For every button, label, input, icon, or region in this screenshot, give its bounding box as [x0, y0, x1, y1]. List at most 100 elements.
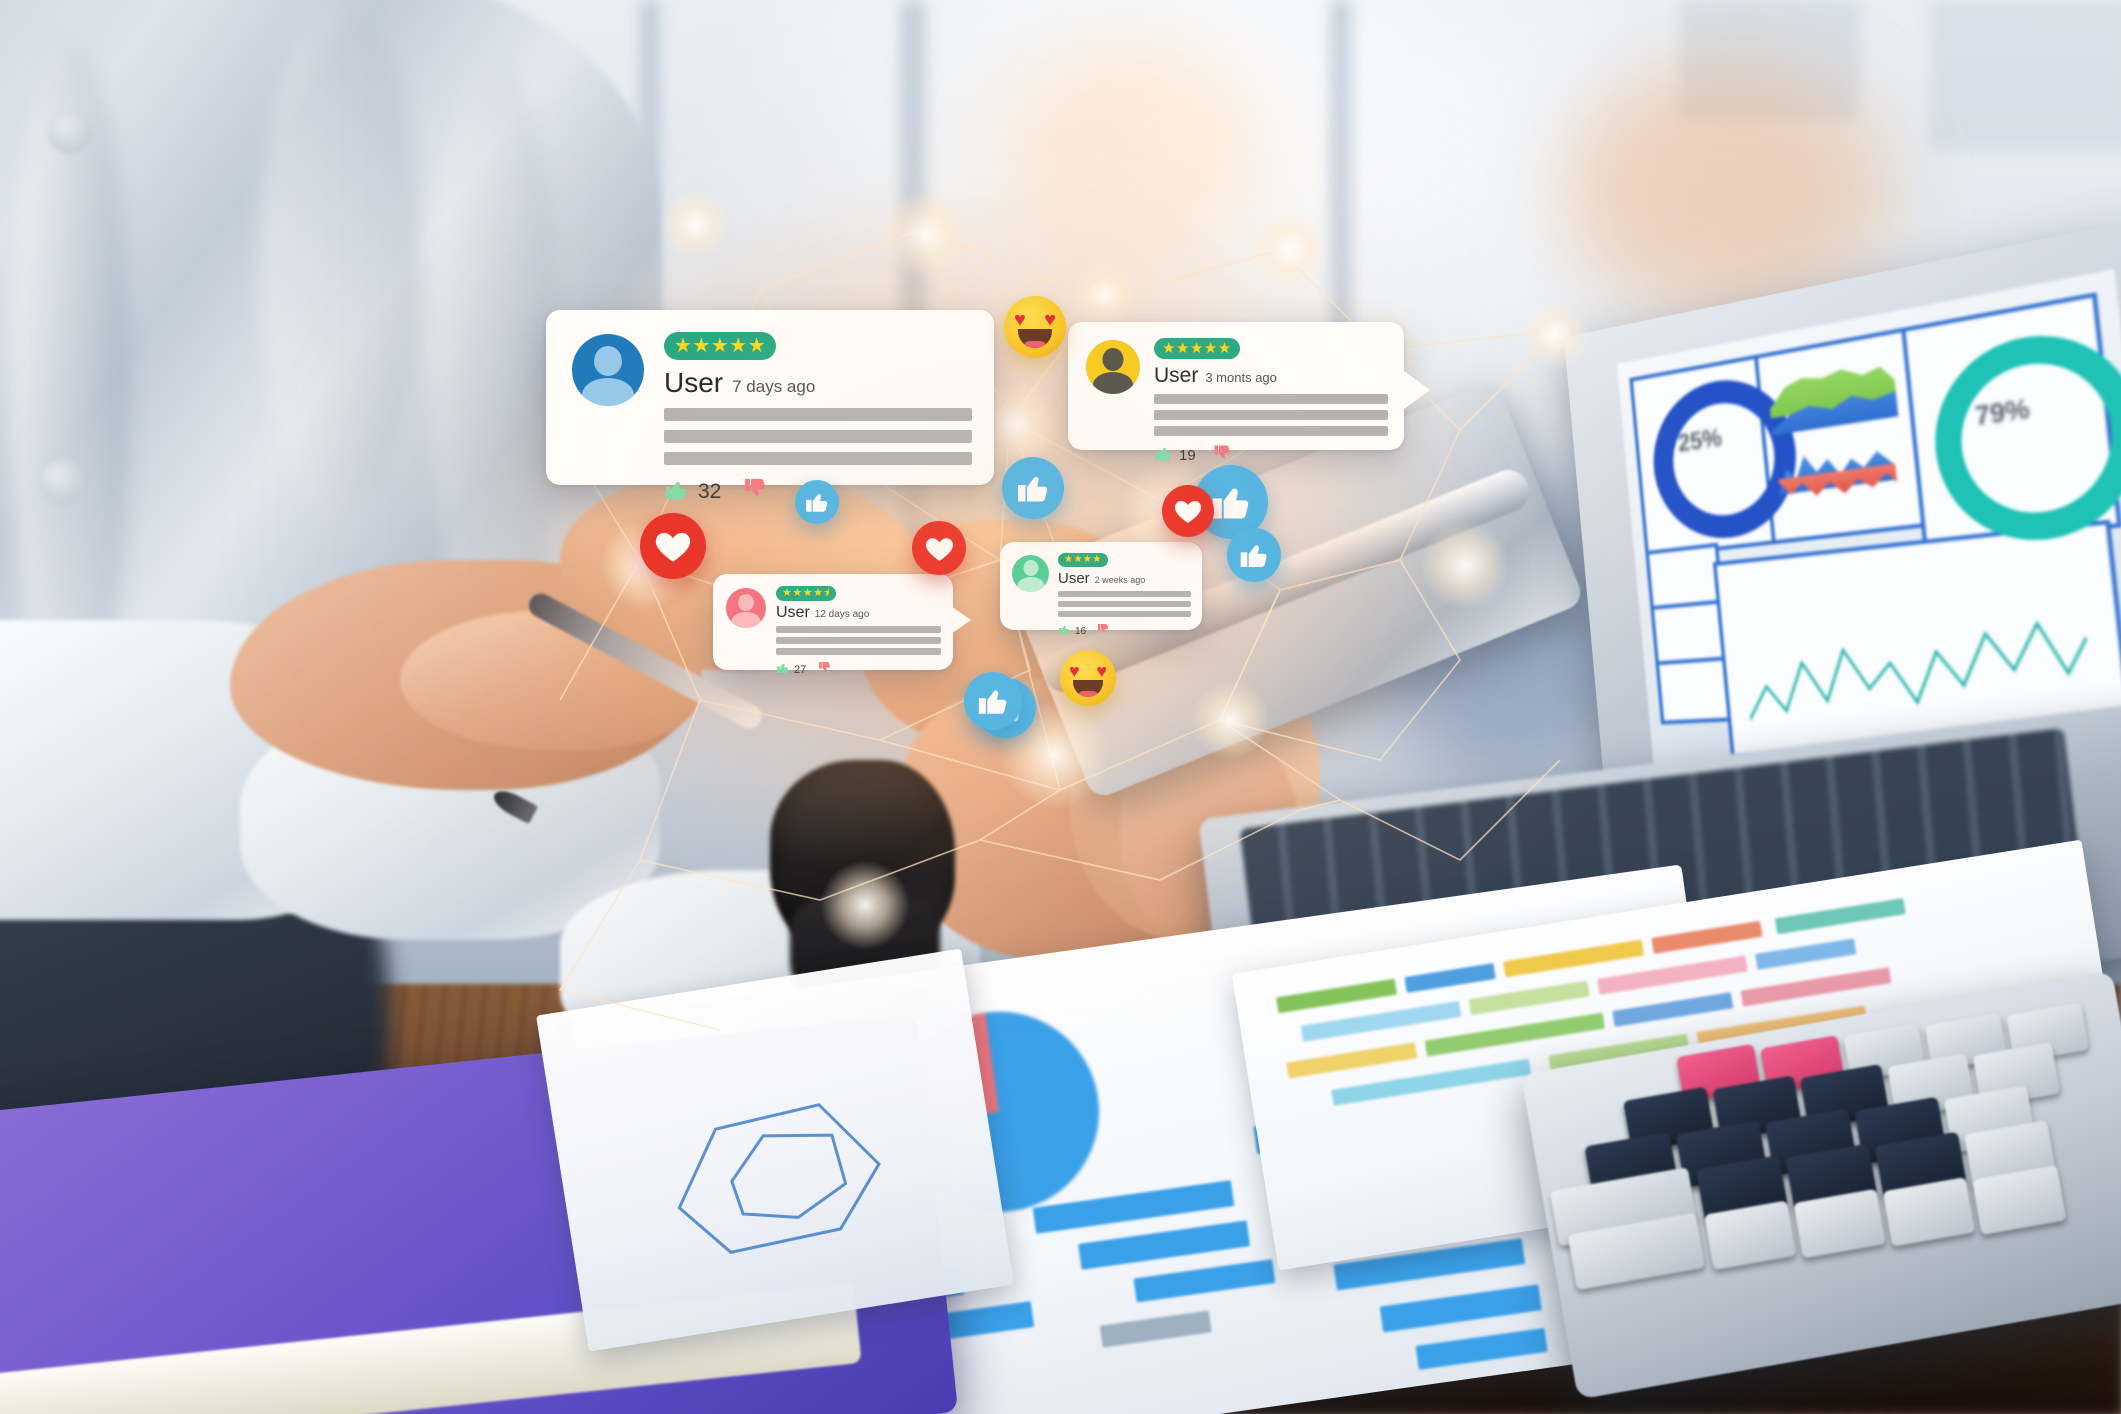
thumbs-up-icon[interactable] — [795, 480, 839, 524]
shirt-button — [48, 110, 92, 154]
gantt-bar — [1740, 967, 1892, 1007]
star-rating: ★★★★⯨ — [776, 586, 836, 601]
heart-icon[interactable] — [640, 513, 706, 579]
heart-eyes-emoji[interactable]: ♥ ♥ — [1060, 650, 1116, 706]
gantt-bar — [1597, 955, 1748, 995]
gantt-bar — [1755, 938, 1857, 970]
star-rating: ★★★★★ — [664, 332, 777, 360]
text-bar — [1058, 611, 1191, 617]
thumbs-down-icon[interactable] — [818, 661, 831, 679]
review-meta: User 3 monts ago — [1154, 364, 1388, 388]
heart-eyes-emoji[interactable]: ♥ ♥ — [1004, 296, 1066, 358]
heart-eye-left: ♥ — [1014, 309, 1026, 331]
thumbs-up-icon[interactable] — [1154, 444, 1172, 467]
review-age: 3 monts ago — [1205, 370, 1277, 385]
speech-bubble-tail — [1400, 368, 1430, 412]
text-bar — [664, 452, 972, 465]
shirt-button — [40, 460, 84, 504]
review-text-placeholder — [1058, 591, 1191, 617]
emoji-face: ♥ ♥ — [1060, 650, 1116, 706]
review-age: 12 days ago — [814, 609, 870, 620]
avatar — [726, 588, 766, 628]
username: User — [1058, 570, 1090, 587]
username: User — [776, 604, 810, 621]
text-bar — [776, 637, 941, 644]
username: User — [1154, 364, 1199, 387]
gantt-bar — [1404, 963, 1496, 993]
star-rating: ★★★★ — [1058, 553, 1108, 567]
thumbs-down-icon[interactable] — [1213, 444, 1231, 467]
speech-bubble-tail — [951, 606, 971, 634]
window-header-blur — [1930, 0, 2121, 150]
review-card[interactable]: ★★★★★ User 7 days ago 32 — [546, 310, 994, 503]
star-rating: ★★★★★ — [1154, 338, 1240, 359]
text-bar — [1154, 426, 1388, 436]
gantt-bar — [1286, 1042, 1418, 1079]
emoji-tongue — [1023, 341, 1047, 348]
text-bar — [1154, 410, 1388, 420]
review-card[interactable]: ★★★★★ User 3 monts ago 19 — [1068, 322, 1404, 464]
heart-icon[interactable] — [912, 521, 966, 575]
review-card[interactable]: ★★★★⯨ User 12 days ago 27 — [713, 574, 953, 676]
reaction-row[interactable]: 27 — [776, 661, 941, 679]
review-text-placeholder — [1154, 394, 1388, 436]
shirt-fold — [260, 0, 420, 520]
review-age: 2 weeks ago — [1094, 575, 1146, 585]
avatar — [572, 334, 644, 406]
review-text-placeholder — [664, 408, 972, 465]
bar — [1415, 1327, 1548, 1370]
heart-eye-left: ♥ — [1069, 661, 1080, 681]
avatar — [1012, 555, 1049, 592]
username: User — [664, 367, 724, 398]
review-meta: User 7 days ago — [664, 367, 972, 399]
bar — [1133, 1259, 1276, 1303]
review-body: ★★★★ User 2 weeks ago 16 — [1058, 553, 1191, 637]
like-count: 27 — [794, 664, 807, 676]
thumbs-up-icon[interactable] — [1227, 528, 1281, 582]
review-concept-scene: 25% 79% ★★★★★ User 7 days ago 32 ★★★★★ U… — [0, 0, 2121, 1414]
thumbs-up-icon[interactable] — [776, 661, 789, 679]
review-age: 7 days ago — [732, 377, 816, 396]
like-count: 32 — [698, 479, 722, 503]
reaction-row[interactable]: 19 — [1154, 444, 1388, 467]
bar — [1078, 1220, 1251, 1270]
reaction-row[interactable]: 16 — [1058, 622, 1191, 640]
gantt-bar — [1300, 1000, 1462, 1042]
emoji-tongue — [1077, 691, 1099, 697]
gantt-bar — [1503, 939, 1644, 978]
review-body: ★★★★★ User 7 days ago 32 — [664, 332, 972, 503]
heart-eye-right: ♥ — [1044, 309, 1056, 331]
review-card[interactable]: ★★★★ User 2 weeks ago 16 — [1000, 542, 1202, 637]
emoji-face: ♥ ♥ — [1004, 296, 1066, 358]
text-bar — [664, 430, 972, 443]
avatar — [1086, 340, 1140, 394]
text-bar — [1154, 394, 1388, 404]
thumbs-up-icon[interactable] — [1002, 457, 1064, 519]
heart-eye-right: ♥ — [1096, 661, 1107, 681]
thumbs-down-icon[interactable] — [743, 477, 767, 506]
gantt-bar — [1651, 920, 1763, 954]
text-bar — [664, 408, 972, 421]
thumbs-up-icon[interactable] — [964, 672, 1022, 730]
text-bar — [1058, 591, 1191, 597]
warm-light-blur — [1000, 40, 1260, 260]
gantt-bar — [1612, 992, 1734, 1027]
emoji-mouth — [1073, 680, 1103, 697]
like-count: 16 — [1075, 625, 1087, 637]
like-count: 19 — [1179, 447, 1196, 464]
gantt-bar — [1276, 978, 1398, 1014]
review-body: ★★★★★ User 3 monts ago 19 — [1154, 338, 1388, 464]
bar — [1099, 1310, 1212, 1348]
review-meta: User 2 weeks ago — [1058, 570, 1191, 587]
text-bar — [1058, 601, 1191, 607]
thumbs-up-icon[interactable] — [1058, 622, 1070, 640]
gantt-bar — [1468, 980, 1590, 1016]
heart-icon[interactable] — [1162, 485, 1214, 537]
thumbs-down-icon[interactable] — [1097, 622, 1109, 640]
review-meta: User 12 days ago — [776, 604, 941, 622]
bar — [1379, 1284, 1542, 1333]
emoji-mouth — [1018, 329, 1052, 348]
thumbs-up-icon[interactable] — [664, 477, 688, 506]
review-body: ★★★★⯨ User 12 days ago 27 — [776, 586, 941, 676]
review-text-placeholder — [776, 626, 941, 655]
